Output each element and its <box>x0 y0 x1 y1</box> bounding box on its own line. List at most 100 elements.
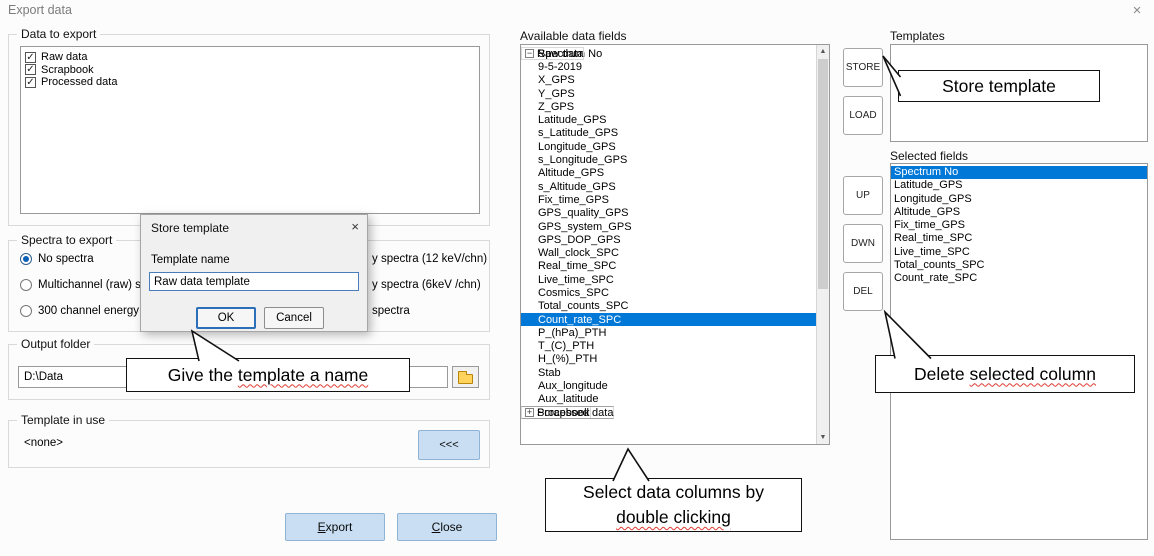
move-down-button[interactable]: DWN <box>843 224 883 263</box>
selected-field-live-time-spc[interactable]: Live_time_SPC <box>891 246 1147 259</box>
window-close-icon[interactable]: × <box>1124 0 1150 22</box>
recall-template-button[interactable]: <<< <box>418 430 480 460</box>
tree-item-real-time-spc[interactable]: Real_time_SPC <box>521 260 816 273</box>
tree-item-aux-latitude[interactable]: Aux_latitude <box>521 393 816 406</box>
tree-item-x-gps[interactable]: X_GPS <box>521 74 816 87</box>
tree-item-label: Fix_time_GPS <box>538 194 609 206</box>
annotation-line: Store template <box>942 74 1056 99</box>
radio-icon <box>20 305 32 317</box>
radio-icon <box>20 253 32 265</box>
tree-item-gps-quality-gps[interactable]: GPS_quality_GPS <box>521 207 816 220</box>
tree-item-total-counts-spc[interactable]: Total_counts_SPC <box>521 300 816 313</box>
template-name-label: Template name <box>151 254 230 266</box>
store-template-dialog: Store template × Template name OK Cancel <box>140 214 368 332</box>
selected-field-spectrum-no[interactable]: Spectrum No <box>891 166 1147 179</box>
tree-item-longitude-gps[interactable]: Longitude_GPS <box>521 140 816 153</box>
tree-item-label: T_(C)_PTH <box>538 340 594 352</box>
tree-item-label: GPS_DOP_GPS <box>538 234 621 246</box>
dialog-close-icon[interactable]: × <box>351 219 359 234</box>
expander-icon[interactable]: − <box>525 49 534 58</box>
tree-item-label: s_Altitude_GPS <box>538 181 616 193</box>
store-template-button[interactable]: STORE <box>843 48 883 87</box>
tree-item-label: Cosmics_SPC <box>538 287 609 299</box>
radio-option-fragment-spectra[interactable]: spectra <box>372 298 487 324</box>
checkbox-option-scrapbook[interactable]: ✓ Scrapbook <box>25 64 475 77</box>
tree-item-cosmics-spc[interactable]: Cosmics_SPC <box>521 286 816 299</box>
checkbox-option-raw-data[interactable]: ✓ Raw data <box>25 51 475 64</box>
selected-field-fix-time-gps[interactable]: Fix_time_GPS <box>891 219 1147 232</box>
tree-item-y-gps[interactable]: Y_GPS <box>521 87 816 100</box>
checkbox-label: Raw data <box>41 51 87 63</box>
checkbox-label: Scrapbook <box>41 64 94 76</box>
scroll-thumb[interactable] <box>818 59 828 289</box>
tree-item-label: Longitude_GPS <box>538 141 616 153</box>
tree-item-label: P_(hPa)_PTH <box>538 327 606 339</box>
expander-icon[interactable]: + <box>525 408 534 417</box>
load-template-button[interactable]: LOAD <box>843 96 883 135</box>
tree-item-count-rate-spc[interactable]: Count_rate_SPC <box>521 313 816 326</box>
scrollbar[interactable]: ▲ ▼ <box>816 45 829 444</box>
annotation-text: Give the <box>168 365 238 385</box>
browse-folder-button[interactable] <box>452 366 479 388</box>
tree-item-gps-dop-gps[interactable]: GPS_DOP_GPS <box>521 233 816 246</box>
delete-field-button[interactable]: DEL <box>843 272 883 311</box>
template-name-input[interactable] <box>149 272 359 291</box>
radio-icon <box>20 279 32 291</box>
annotation-text: template a name <box>238 365 368 385</box>
annotation-text: Store template <box>942 76 1056 96</box>
radio-option-fragment-y-spectra-12-kev-chn[interactable]: y spectra (12 keV/chn) <box>372 246 487 272</box>
selected-field-altitude-gps[interactable]: Altitude_GPS <box>891 206 1147 219</box>
scroll-up-icon[interactable]: ▲ <box>817 45 829 58</box>
tree-item-fix-time-gps[interactable]: Fix_time_GPS <box>521 193 816 206</box>
tree-item-label: Z_GPS <box>538 101 574 113</box>
tree-item-s-altitude-gps[interactable]: s_Altitude_GPS <box>521 180 816 193</box>
tree-item-9-5-2019[interactable]: 9-5-2019 <box>521 60 816 73</box>
template-in-use-legend: Template in use <box>17 413 109 427</box>
folder-icon <box>458 374 473 384</box>
selected-field-total-counts-spc[interactable]: Total_counts_SPC <box>891 259 1147 272</box>
radio-option-fragment-y-spectra-6kev-chn[interactable]: y spectra (6keV /chn) <box>372 272 487 298</box>
radio-label: No spectra <box>38 253 94 265</box>
tree-item-label: Stab <box>538 367 561 379</box>
tree-item-p-hpa-pth[interactable]: P_(hPa)_PTH <box>521 326 816 339</box>
cancel-button[interactable]: Cancel <box>264 307 324 329</box>
checkbox-option-processed-data[interactable]: ✓Processed data <box>25 76 475 89</box>
spectra-options-right: y spectra (12 keV/chn)y spectra (6keV /c… <box>372 246 487 324</box>
annotation-line: Give the template a name <box>168 363 368 388</box>
close-button[interactable]: Close <box>397 513 497 541</box>
annotation-line: Select data columns by <box>583 480 764 505</box>
annotation-give-template-name: Give the template a name <box>126 358 410 392</box>
checkbox-icon: ✓ <box>25 52 36 63</box>
tree-group-processed-data[interactable]: +Processed data <box>521 406 614 419</box>
tree-group-raw-data[interactable]: −Raw data <box>521 47 584 60</box>
tree-item-z-gps[interactable]: Z_GPS <box>521 100 816 113</box>
ok-button[interactable]: OK <box>196 307 256 329</box>
templates-label: Templates <box>890 29 945 43</box>
tree-item-label: Count_rate_SPC <box>538 314 621 326</box>
tree-item-altitude-gps[interactable]: Altitude_GPS <box>521 167 816 180</box>
tree-item-label: H_(%)_PTH <box>538 353 597 365</box>
tree-item-latitude-gps[interactable]: Latitude_GPS <box>521 113 816 126</box>
tree-item-label: GPS_system_GPS <box>538 221 632 233</box>
tree-item-s-longitude-gps[interactable]: s_Longitude_GPS <box>521 153 816 166</box>
template-in-use-value: <none> <box>24 437 63 449</box>
selected-field-latitude-gps[interactable]: Latitude_GPS <box>891 179 1147 192</box>
tree-item-stab[interactable]: Stab <box>521 366 816 379</box>
tree-item-gps-system-gps[interactable]: GPS_system_GPS <box>521 220 816 233</box>
tree-item-aux-longitude[interactable]: Aux_longitude <box>521 379 816 392</box>
selected-fields-label: Selected fields <box>890 149 968 163</box>
tree-item-live-time-spc[interactable]: Live_time_SPC <box>521 273 816 286</box>
selected-field-longitude-gps[interactable]: Longitude_GPS <box>891 193 1147 206</box>
export-button[interactable]: Export <box>285 513 385 541</box>
selected-field-real-time-spc[interactable]: Real_time_SPC <box>891 232 1147 245</box>
tree-item-t-c-pth[interactable]: T_(C)_PTH <box>521 340 816 353</box>
move-up-button[interactable]: UP <box>843 176 883 215</box>
tree-item-s-latitude-gps[interactable]: s_Latitude_GPS <box>521 127 816 140</box>
scroll-down-icon[interactable]: ▼ <box>817 431 829 444</box>
tree-item-h-pth[interactable]: H_(%)_PTH <box>521 353 816 366</box>
radio-label: Multichannel (raw) sp <box>38 279 147 291</box>
selected-field-count-rate-spc[interactable]: Count_rate_SPC <box>891 272 1147 285</box>
checkbox-icon: ✓ <box>25 64 36 75</box>
checkbox-label: Processed data <box>41 76 117 88</box>
tree-item-wall-clock-spc[interactable]: Wall_clock_SPC <box>521 246 816 259</box>
